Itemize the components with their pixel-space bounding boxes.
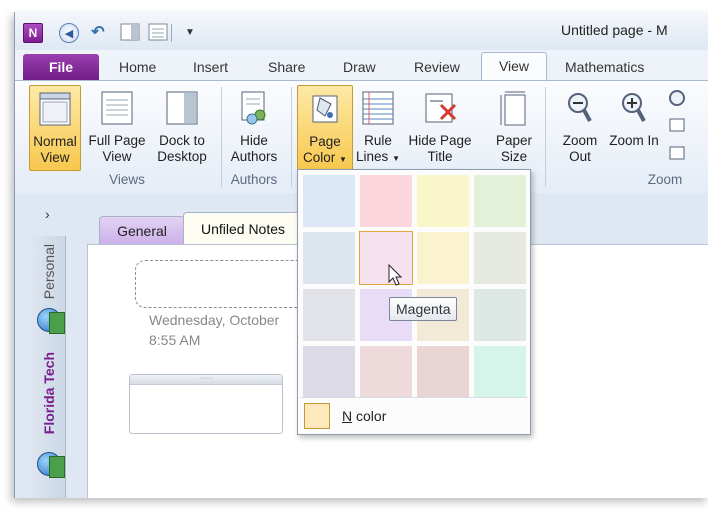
notebook-florida-tech[interactable]: Florida Tech: [41, 352, 57, 434]
tab-review[interactable]: Review: [414, 54, 460, 80]
title-bar: N ◀ ↶ ▼ Untitled page - M: [15, 12, 708, 50]
color-swatch[interactable]: [474, 289, 526, 341]
tab-insert[interactable]: Insert: [193, 54, 228, 80]
color-swatch[interactable]: [360, 175, 412, 227]
color-swatch[interactable]: [360, 346, 412, 398]
group-separator: [545, 87, 546, 187]
menu-separator: [300, 397, 528, 398]
color-swatch[interactable]: [417, 175, 469, 227]
window-title: Untitled page - M: [561, 22, 668, 38]
section-tab-general[interactable]: General: [99, 216, 185, 245]
color-swatch[interactable]: [417, 346, 469, 398]
full-page-view-button[interactable]: Full Page View: [85, 85, 149, 169]
normal-view-button[interactable]: Normal View: [29, 85, 81, 171]
color-swatch[interactable]: [417, 232, 469, 284]
paper-size-icon: [500, 91, 526, 126]
page-date-value: Wednesday, October: [149, 312, 280, 328]
onenote-logo-icon[interactable]: N: [23, 23, 43, 43]
chevron-down-icon: ▼: [339, 155, 347, 164]
no-color-label-rest: color: [352, 408, 387, 424]
zoom-in-icon: [622, 93, 646, 122]
rule-lines-label: Rule Lines: [356, 133, 392, 164]
zoom-small-icons: [667, 89, 687, 168]
page-time-value: 8:55 AM: [149, 332, 201, 348]
group-separator: [291, 87, 292, 187]
zoom-group-label: Zoom: [647, 172, 683, 187]
hide-authors-button[interactable]: Hide Authors: [225, 85, 283, 169]
tab-home[interactable]: Home: [119, 54, 156, 80]
hide-page-title-button[interactable]: Hide Page Title: [407, 85, 473, 169]
hide-authors-icon: [241, 91, 266, 125]
ribbon-tabs: File Home Insert Share Draw Review View …: [15, 50, 708, 81]
color-swatch[interactable]: [474, 175, 526, 227]
paper-size-button[interactable]: Paper Size: [489, 85, 539, 169]
no-color-option[interactable]: N color: [342, 408, 386, 424]
mouse-cursor-icon: [388, 263, 403, 289]
toolbar-separator: [171, 24, 172, 42]
tab-view[interactable]: View: [481, 52, 547, 81]
notebook-icon: [49, 312, 65, 334]
back-icon[interactable]: ◀: [59, 23, 79, 43]
color-swatch[interactable]: [303, 175, 355, 227]
color-swatch[interactable]: [303, 232, 355, 284]
dock-to-desktop-small-icon[interactable]: [119, 21, 141, 43]
no-color-mnemonic: N: [342, 408, 353, 424]
group-separator: [221, 87, 222, 187]
notebook-personal[interactable]: Personal: [41, 244, 57, 299]
tab-share[interactable]: Share: [268, 54, 305, 80]
color-swatch[interactable]: [474, 232, 526, 284]
normal-view-icon: [39, 92, 71, 126]
dock-to-desktop-button[interactable]: Dock to Desktop: [153, 85, 211, 169]
color-swatch[interactable]: [474, 346, 526, 398]
chevron-down-icon: ▼: [392, 154, 400, 163]
page-color-button[interactable]: Page Color ▼: [297, 85, 353, 171]
note-drag-handle[interactable]: ······: [130, 375, 282, 385]
color-swatch[interactable]: [303, 289, 355, 341]
section-tab-unfiled-notes[interactable]: Unfiled Notes: [183, 212, 303, 245]
color-swatch[interactable]: [303, 346, 355, 398]
color-swatch[interactable]: [359, 231, 413, 285]
full-page-small-icon[interactable]: [147, 21, 169, 43]
zoom-out-button[interactable]: Zoom Out: [555, 85, 605, 169]
hide-page-title-icon: [425, 93, 457, 123]
expand-navigation-icon[interactable]: ›: [45, 206, 50, 222]
zoom-out-icon: [568, 93, 592, 122]
customize-toolbar-icon[interactable]: ▼: [179, 21, 201, 43]
rule-lines-icon: [362, 91, 394, 125]
authors-group-label: Authors: [230, 172, 278, 187]
tab-file[interactable]: File: [23, 54, 99, 80]
notebook-icon: [49, 456, 65, 478]
full-page-view-icon: [101, 91, 133, 125]
onenote-window: N ◀ ↶ ▼ Untitled page - M File Home Inse…: [14, 12, 708, 498]
note-container[interactable]: ······: [129, 374, 283, 434]
rule-lines-button[interactable]: Rule Lines ▼: [353, 85, 403, 169]
views-group-label: Views: [109, 172, 145, 187]
zoom-in-button[interactable]: Zoom In: [609, 85, 659, 169]
page-date: Wednesday, October 8:55 AM: [149, 310, 279, 350]
color-tooltip: Magenta: [389, 297, 458, 321]
dock-to-desktop-icon: [166, 91, 198, 125]
undo-icon[interactable]: ↶: [87, 21, 109, 43]
paint-bucket-icon: [312, 95, 338, 123]
tab-draw[interactable]: Draw: [343, 54, 376, 80]
no-color-swatch[interactable]: [304, 403, 330, 429]
tab-mathematics[interactable]: Mathematics: [565, 54, 644, 80]
page-color-label: Page Color: [303, 134, 341, 165]
